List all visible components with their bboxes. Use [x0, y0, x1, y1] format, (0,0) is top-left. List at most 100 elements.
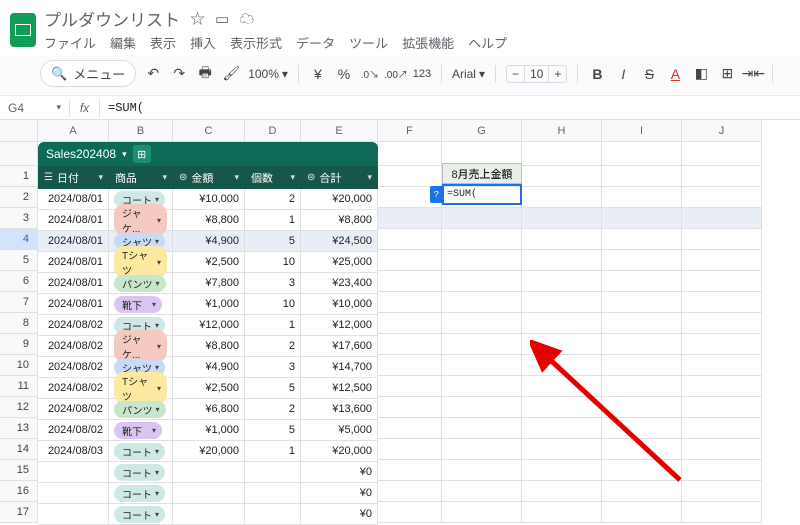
- cell[interactable]: [682, 187, 762, 208]
- cell[interactable]: [682, 271, 762, 292]
- percent-button[interactable]: %: [335, 65, 353, 83]
- table-cell[interactable]: [38, 504, 109, 525]
- menu-file[interactable]: ファイル: [44, 33, 96, 52]
- table-tab-name[interactable]: Sales202408: [46, 147, 116, 161]
- cell[interactable]: [682, 229, 762, 250]
- cell[interactable]: [602, 502, 682, 523]
- menu-search[interactable]: 🔍 メニュー: [40, 60, 136, 87]
- table-cell[interactable]: 1: [245, 315, 301, 336]
- cell[interactable]: [682, 166, 762, 187]
- table-cell[interactable]: コート: [109, 483, 173, 504]
- cell[interactable]: [602, 376, 682, 397]
- table-col-product[interactable]: 商品▾: [109, 166, 173, 189]
- table-cell[interactable]: ジャケ...: [109, 336, 173, 357]
- table-cell[interactable]: 2: [245, 336, 301, 357]
- table-cell[interactable]: 2024/08/01: [38, 294, 109, 315]
- italic-button[interactable]: I: [614, 65, 632, 83]
- col-head-H[interactable]: H: [522, 120, 602, 142]
- cell[interactable]: [522, 418, 602, 439]
- formula-bar[interactable]: =SUM(: [100, 99, 800, 117]
- table-cell[interactable]: パンツ: [109, 273, 173, 294]
- table-cell[interactable]: [245, 504, 301, 525]
- more-formats-button[interactable]: 123: [413, 65, 431, 83]
- table-cell[interactable]: 靴下: [109, 294, 173, 315]
- table-cell[interactable]: コート: [109, 504, 173, 525]
- table-cell[interactable]: パンツ: [109, 399, 173, 420]
- table-cell[interactable]: ¥20,000: [301, 441, 378, 462]
- cell[interactable]: [682, 481, 762, 502]
- cell[interactable]: [522, 481, 602, 502]
- row-head-4[interactable]: 4: [0, 229, 38, 250]
- redo-icon[interactable]: ↷: [170, 65, 188, 83]
- table-cell[interactable]: 2024/08/01: [38, 231, 109, 252]
- cell[interactable]: [522, 439, 602, 460]
- cell[interactable]: [522, 208, 602, 229]
- formula-hint-icon[interactable]: ?: [430, 186, 443, 203]
- cell[interactable]: [602, 292, 682, 313]
- cell[interactable]: [522, 271, 602, 292]
- doc-title[interactable]: プルダウンリスト: [44, 6, 180, 31]
- table-cell[interactable]: 2024/08/02: [38, 399, 109, 420]
- cell[interactable]: [522, 460, 602, 481]
- cell[interactable]: [682, 418, 762, 439]
- table-cell[interactable]: [245, 462, 301, 483]
- table-cell[interactable]: ¥12,500: [301, 378, 378, 399]
- product-chip[interactable]: パンツ: [114, 275, 166, 292]
- row-head-15[interactable]: 15: [0, 460, 38, 481]
- col-head-G[interactable]: G: [442, 120, 522, 142]
- cell[interactable]: [522, 313, 602, 334]
- active-cell-editor[interactable]: ? =SUM(: [442, 184, 522, 205]
- cell[interactable]: [378, 166, 442, 187]
- table-cell[interactable]: 1: [245, 210, 301, 231]
- table-cell[interactable]: ¥5,000: [301, 420, 378, 441]
- table-cell[interactable]: Tシャツ: [109, 378, 173, 399]
- table-cell[interactable]: ¥20,000: [173, 441, 245, 462]
- cell[interactable]: [442, 334, 522, 355]
- move-folder-icon[interactable]: ▭: [215, 10, 229, 28]
- product-chip[interactable]: コート: [114, 485, 165, 502]
- table-cell[interactable]: ¥8,800: [173, 210, 245, 231]
- table-cell[interactable]: ¥1,000: [173, 294, 245, 315]
- star-icon[interactable]: ☆: [190, 8, 205, 29]
- cell[interactable]: [522, 376, 602, 397]
- cell[interactable]: [378, 271, 442, 292]
- product-chip[interactable]: 靴下: [114, 296, 162, 313]
- select-all-corner[interactable]: [0, 120, 38, 142]
- menu-edit[interactable]: 編集: [110, 33, 136, 52]
- table-cell[interactable]: ¥20,000: [301, 189, 378, 210]
- font-select[interactable]: Arial ▾: [452, 67, 485, 81]
- table-cell[interactable]: [173, 483, 245, 504]
- cell[interactable]: [378, 292, 442, 313]
- cell[interactable]: [442, 376, 522, 397]
- table-cell[interactable]: 2024/08/02: [38, 336, 109, 357]
- cell[interactable]: [602, 481, 682, 502]
- cell[interactable]: [682, 376, 762, 397]
- table-cell[interactable]: 1: [245, 441, 301, 462]
- cell[interactable]: [682, 313, 762, 334]
- cell[interactable]: [602, 439, 682, 460]
- text-color-button[interactable]: A: [666, 65, 684, 83]
- menu-data[interactable]: データ: [296, 33, 335, 52]
- col-head-I[interactable]: I: [602, 120, 682, 142]
- table-cell[interactable]: 靴下: [109, 420, 173, 441]
- cell[interactable]: [682, 355, 762, 376]
- cell[interactable]: [602, 166, 682, 187]
- cell[interactable]: [442, 460, 522, 481]
- cell[interactable]: [442, 292, 522, 313]
- cell[interactable]: [682, 208, 762, 229]
- cell[interactable]: [442, 439, 522, 460]
- table-cell[interactable]: ¥17,600: [301, 336, 378, 357]
- cell[interactable]: [442, 229, 522, 250]
- cell[interactable]: [378, 439, 442, 460]
- cell[interactable]: [682, 397, 762, 418]
- cell[interactable]: [378, 142, 442, 166]
- table-col-total[interactable]: ⊜合計▾: [301, 166, 378, 189]
- table-cell[interactable]: 5: [245, 378, 301, 399]
- row-head-6[interactable]: 6: [0, 271, 38, 292]
- col-head-B[interactable]: B: [109, 120, 173, 142]
- table-cell[interactable]: ¥12,000: [301, 315, 378, 336]
- table-cell[interactable]: 10: [245, 252, 301, 273]
- print-icon[interactable]: 🖶: [196, 65, 214, 83]
- cell[interactable]: [522, 397, 602, 418]
- row-head-8[interactable]: 8: [0, 313, 38, 334]
